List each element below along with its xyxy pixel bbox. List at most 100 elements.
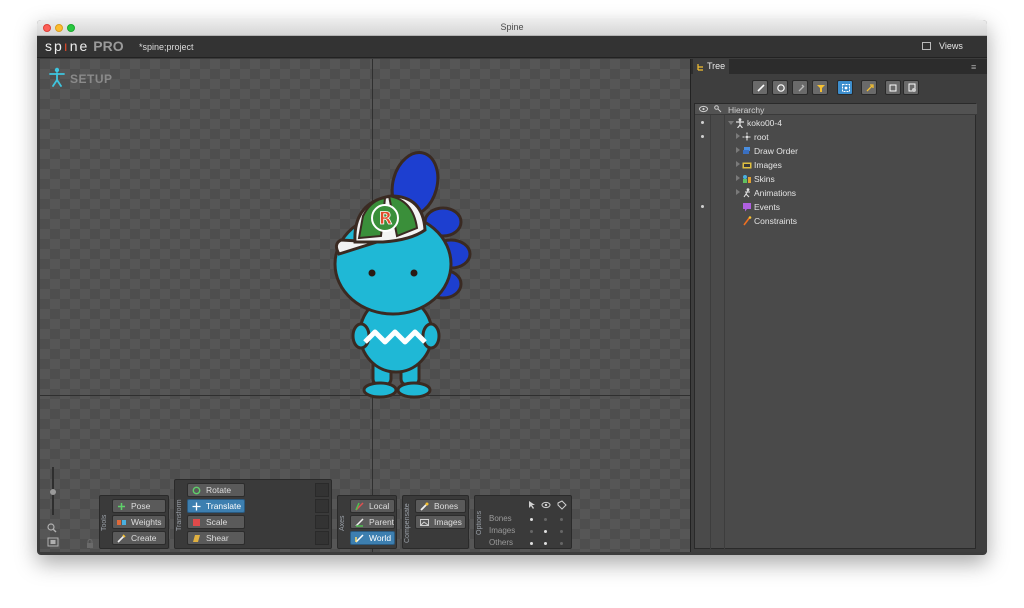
- tree-item-skins[interactable]: Skins: [695, 172, 977, 186]
- slot-icon: [777, 84, 785, 92]
- tools-group: Tools Pose Weights Create: [99, 495, 169, 549]
- setup-pose-icon: [49, 67, 65, 87]
- rotate-key-button[interactable]: [315, 483, 329, 497]
- expand-arrow-icon[interactable]: [736, 161, 740, 167]
- new-attachment-button[interactable]: [792, 80, 808, 95]
- expand-arrow-icon[interactable]: [736, 133, 740, 139]
- tree-item-label: Events: [754, 202, 780, 212]
- tree-item-label: Draw Order: [754, 146, 798, 156]
- tree-item-label: koko00-4: [747, 118, 782, 128]
- tree-tab-label: Tree: [707, 61, 726, 71]
- image-icon: [420, 519, 429, 526]
- tree-item-root[interactable]: root: [695, 130, 977, 144]
- fit-to-view-icon[interactable]: [47, 537, 59, 547]
- filter-button[interactable]: [812, 80, 828, 95]
- tree-item-images[interactable]: Images: [695, 158, 977, 172]
- options-group-label: Options: [476, 510, 483, 536]
- lock-icon[interactable]: [86, 539, 94, 548]
- tree-item-animations[interactable]: Animations: [695, 186, 977, 200]
- copy-button[interactable]: [885, 80, 901, 95]
- visibility-toggle[interactable]: [701, 205, 704, 208]
- tree-item-constraints[interactable]: Constraints: [695, 214, 977, 228]
- compensate-group-label: Compensate: [404, 503, 411, 543]
- views-menu-button[interactable]: Views: [939, 41, 963, 51]
- create-tool-button[interactable]: Create: [112, 531, 166, 545]
- weights-icon: [117, 520, 126, 525]
- shear-tool-label: Shear: [206, 533, 229, 543]
- tree-hierarchy-list[interactable]: Hierarchy koko00-4 root Draw Order Image…: [694, 103, 977, 550]
- tab-tree[interactable]: Tree: [693, 59, 729, 74]
- images-select-toggle[interactable]: [530, 530, 533, 533]
- visibility-toggle[interactable]: [701, 135, 704, 138]
- images-visible-toggle[interactable]: [544, 530, 547, 533]
- attachment-icon: [798, 84, 805, 92]
- transform-group: Transform Rotate Translate Scale Shear: [174, 479, 332, 549]
- rotate-tool-button[interactable]: Rotate: [187, 483, 245, 497]
- character-skeleton[interactable]: R: [293, 144, 493, 399]
- local-axes-button[interactable]: Local: [350, 499, 395, 513]
- options-grid: Bones Images Others: [487, 500, 571, 547]
- zoom-icon[interactable]: [47, 523, 57, 533]
- weights-tool-label: Weights: [131, 517, 162, 527]
- shear-tool-button[interactable]: Shear: [187, 531, 245, 545]
- views-icon[interactable]: [922, 42, 931, 50]
- expand-arrow-icon[interactable]: [736, 175, 740, 181]
- images-names-toggle[interactable]: [560, 530, 563, 533]
- weights-tool-button[interactable]: Weights: [112, 515, 166, 529]
- others-names-toggle[interactable]: [560, 542, 563, 545]
- expand-arrow-icon[interactable]: [736, 147, 740, 153]
- tree-item-skeleton[interactable]: koko00-4: [695, 116, 977, 130]
- translate-tool-button[interactable]: Translate: [187, 499, 245, 513]
- panel-menu-icon[interactable]: ≡: [971, 62, 976, 72]
- filter-icon: [817, 85, 825, 92]
- tree-item-events[interactable]: Events: [695, 200, 977, 214]
- skins-icon: [743, 175, 751, 183]
- bones-select-toggle[interactable]: [530, 518, 533, 521]
- shear-key-button[interactable]: [315, 531, 329, 545]
- copy-icon: [889, 84, 897, 92]
- export-button[interactable]: [861, 80, 877, 95]
- spine-logo[interactable]: spıne PRO: [45, 38, 124, 54]
- scale-key-button[interactable]: [315, 515, 329, 529]
- tree-item-draw-order[interactable]: Draw Order: [695, 144, 977, 158]
- constraints-icon: [743, 216, 752, 226]
- others-select-toggle[interactable]: [530, 542, 533, 545]
- translate-key-button[interactable]: [315, 499, 329, 513]
- rotate-tool-label: Rotate: [206, 485, 232, 495]
- visibility-toggle[interactable]: [701, 121, 704, 124]
- options-row-others: Others: [489, 538, 514, 547]
- draw-order-icon: [743, 147, 750, 154]
- compensate-bones-label: Bones: [434, 501, 459, 511]
- title-bar: Spine: [37, 20, 987, 36]
- compensate-images-button[interactable]: Images: [415, 515, 466, 529]
- scale-tool-button[interactable]: Scale: [187, 515, 245, 529]
- hierarchy-label: Hierarchy: [728, 105, 765, 115]
- zoom-slider[interactable]: [49, 467, 57, 515]
- new-bone-button[interactable]: [752, 80, 768, 95]
- paste-icon: [908, 83, 916, 92]
- compensate-bones-button[interactable]: Bones: [415, 499, 466, 513]
- tree-item-label: Skins: [754, 174, 775, 184]
- pose-tool-button[interactable]: Pose: [112, 499, 166, 513]
- bones-visible-toggle[interactable]: [544, 518, 547, 521]
- world-axes-icon: [355, 534, 364, 543]
- pose-tool-label: Pose: [131, 501, 151, 511]
- editor-viewport[interactable]: SETUP R Tools Pose Weights Create Transf…: [40, 59, 690, 552]
- tree-item-label: Constraints: [754, 216, 797, 226]
- events-icon: [743, 203, 751, 212]
- tree-icon: [697, 64, 703, 71]
- tree-panel: Tree ≡ Hierarchy koko00-4 root Draw Orde…: [690, 59, 987, 552]
- world-axes-button[interactable]: World: [350, 531, 395, 545]
- sync-selection-button[interactable]: [837, 80, 853, 95]
- expand-arrow-icon[interactable]: [736, 189, 740, 195]
- collapse-arrow-icon[interactable]: [728, 121, 734, 125]
- new-slot-button[interactable]: [772, 80, 788, 95]
- zoom-knob[interactable]: [50, 489, 56, 495]
- paste-button[interactable]: [903, 80, 919, 95]
- eye-icon: [699, 105, 708, 113]
- parent-axes-button[interactable]: Parent: [350, 515, 395, 529]
- others-visible-toggle[interactable]: [544, 542, 547, 545]
- scale-tool-label: Scale: [206, 517, 228, 527]
- bones-names-toggle[interactable]: [560, 518, 563, 521]
- parent-axes-label: Parent: [369, 517, 395, 527]
